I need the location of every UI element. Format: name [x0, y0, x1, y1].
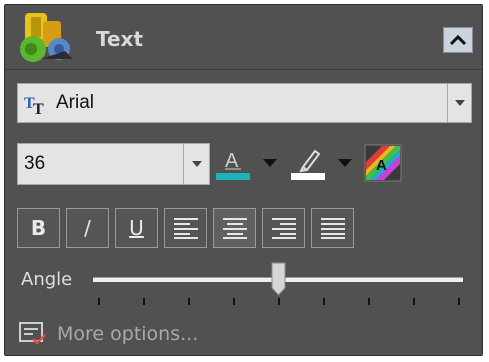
font-size-combo[interactable]: 36 — [17, 143, 210, 185]
bold-button[interactable]: B — [17, 208, 60, 248]
chevron-down-icon — [454, 100, 465, 106]
more-options-link[interactable]: More options... — [19, 319, 198, 349]
align-justify-icon — [320, 218, 345, 239]
angle-slider-tick — [458, 298, 460, 305]
align-center-icon — [222, 218, 247, 239]
angle-slider-tick — [323, 298, 325, 305]
align-left-icon — [173, 218, 198, 239]
angle-slider-tick — [233, 298, 235, 305]
collapse-button[interactable] — [443, 27, 473, 53]
svg-text:A: A — [376, 157, 387, 174]
chevron-down-icon — [191, 161, 202, 167]
panel-header: Text — [5, 5, 482, 70]
font-dropdown-arrow[interactable] — [447, 84, 471, 122]
highlight-color-dropdown-arrow[interactable] — [338, 159, 352, 167]
angle-slider-thumb[interactable] — [271, 262, 286, 296]
align-justify-button[interactable] — [311, 208, 354, 248]
svg-text:T: T — [33, 101, 44, 115]
align-right-button[interactable] — [262, 208, 305, 248]
italic-button[interactable]: / — [66, 208, 109, 248]
more-options-label: More options... — [57, 323, 199, 345]
font-size-dropdown-arrow[interactable] — [183, 144, 209, 184]
angle-slider-tick — [413, 298, 415, 305]
underline-button[interactable]: U — [115, 208, 158, 248]
font-size-value: 36 — [24, 153, 46, 174]
align-right-icon — [271, 218, 296, 239]
options-list-icon — [19, 322, 46, 345]
angle-slider-tick — [368, 298, 370, 305]
highlighter-icon[interactable] — [289, 145, 327, 183]
rainbow-text-effect-icon[interactable]: A — [364, 144, 402, 182]
panel-title: Text — [96, 27, 144, 51]
font-color-dropdown-arrow[interactable] — [263, 159, 277, 167]
angle-slider-tick — [98, 298, 100, 305]
angle-slider-tick — [278, 298, 280, 305]
angle-label: Angle — [21, 269, 73, 290]
align-center-button[interactable] — [213, 208, 256, 248]
font-color-icon[interactable]: A — [215, 145, 251, 183]
font-family-select[interactable]: T T Arial — [17, 83, 472, 123]
angle-slider-tick — [188, 298, 190, 305]
chevron-up-icon — [449, 34, 467, 46]
font-name: Arial — [56, 92, 95, 113]
angle-slider-tick — [143, 298, 145, 305]
text-effects-logo-icon — [20, 13, 73, 62]
text-panel: Text T T Arial 36 A A B / U Angle More o… — [4, 4, 483, 356]
align-left-button[interactable] — [164, 208, 207, 248]
truetype-font-icon: T T — [24, 95, 44, 115]
